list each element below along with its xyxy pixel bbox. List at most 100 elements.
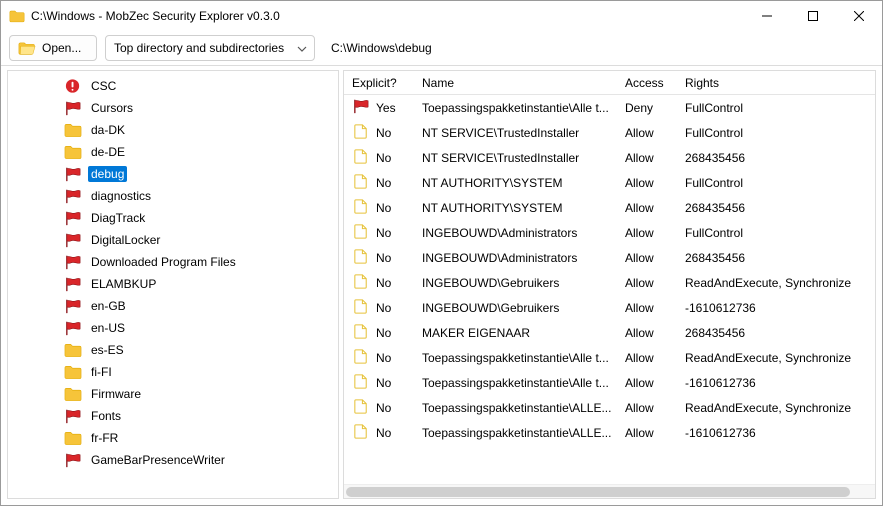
cell-name: NT AUTHORITY\SYSTEM	[418, 201, 625, 215]
tree-item[interactable]: de-DE	[8, 141, 338, 163]
cell-explicit: No	[376, 126, 391, 140]
acl-row[interactable]: YesToepassingspakketinstantie\Alle t...D…	[344, 95, 875, 120]
cell-rights: 268435456	[685, 151, 875, 165]
cell-name: MAKER EIGENAAR	[418, 326, 625, 340]
horizontal-scrollbar[interactable]	[344, 484, 875, 498]
cell-rights: ReadAndExecute, Synchronize	[685, 276, 875, 290]
cell-name: INGEBOUWD\Administrators	[418, 251, 625, 265]
flag-icon	[64, 210, 82, 226]
tree-item[interactable]: Firmware	[8, 383, 338, 405]
tree-item[interactable]: en-GB	[8, 295, 338, 317]
flag-icon	[64, 276, 82, 292]
tree-item[interactable]: da-DK	[8, 119, 338, 141]
cell-rights: 268435456	[685, 326, 875, 340]
tree-item[interactable]: Cursors	[8, 97, 338, 119]
flag-icon	[352, 98, 370, 117]
cell-access: Allow	[625, 301, 685, 315]
scope-select[interactable]: Top directory and subdirectories	[105, 35, 315, 61]
flag-icon	[64, 166, 82, 182]
col-header-explicit[interactable]: Explicit?	[344, 76, 418, 90]
acl-row[interactable]: NoNT SERVICE\TrustedInstallerAllow268435…	[344, 145, 875, 170]
tree-item[interactable]: Fonts	[8, 405, 338, 427]
flag-icon	[64, 452, 82, 468]
cell-access: Deny	[625, 101, 685, 115]
file-icon	[352, 323, 370, 342]
cell-access: Allow	[625, 326, 685, 340]
alert-icon	[64, 78, 82, 94]
acl-row[interactable]: NoINGEBOUWD\AdministratorsAllowFullContr…	[344, 220, 875, 245]
tree-item[interactable]: es-ES	[8, 339, 338, 361]
acl-row[interactable]: NoNT AUTHORITY\SYSTEMAllowFullControl	[344, 170, 875, 195]
flag-icon	[64, 232, 82, 248]
acl-row[interactable]: NoNT AUTHORITY\SYSTEMAllow268435456	[344, 195, 875, 220]
acl-row[interactable]: No Toepassingspakketinstantie\Alle t...Al…	[344, 370, 875, 395]
scrollbar-thumb[interactable]	[346, 487, 850, 497]
cell-access: Allow	[625, 426, 685, 440]
cell-name: Toepassingspakketinstantie\Alle t...	[418, 376, 625, 390]
folder-tree[interactable]: CSC Cursors da-DKde-DE debug diagnosticsDiag…	[7, 70, 339, 499]
folder-icon	[64, 342, 82, 358]
cell-name: INGEBOUWD\Administrators	[418, 226, 625, 240]
tree-item[interactable]: CSC	[8, 75, 338, 97]
file-icon	[352, 173, 370, 192]
col-header-rights[interactable]: Rights	[685, 76, 875, 90]
content-area: CSC Cursors da-DKde-DE debug diagnosticsDiag…	[1, 65, 882, 505]
tree-item-label: en-GB	[88, 298, 129, 314]
tree-item[interactable]: debug	[8, 163, 338, 185]
folder-icon	[64, 430, 82, 446]
cell-name: Toepassingspakketinstantie\Alle t...	[418, 101, 625, 115]
acl-row[interactable]: NoINGEBOUWD\GebruikersAllow-1610612736	[344, 295, 875, 320]
folder-icon	[64, 122, 82, 138]
tree-item[interactable]: en-US	[8, 317, 338, 339]
tree-item-label: GameBarPresenceWriter	[88, 452, 228, 468]
cell-name: Toepassingspakketinstantie\Alle t...	[418, 351, 625, 365]
acl-row[interactable]: NoNT SERVICE\TrustedInstallerAllowFullCo…	[344, 120, 875, 145]
cell-access: Allow	[625, 251, 685, 265]
col-header-access[interactable]: Access	[625, 76, 685, 90]
cell-rights: ReadAndExecute, Synchronize	[685, 351, 875, 365]
file-icon	[352, 373, 370, 392]
tree-item[interactable]: Downloaded Program Files	[8, 251, 338, 273]
acl-row[interactable]: NoToepassingspakketinstantie\ALLE...Allo…	[344, 420, 875, 445]
cell-rights: -1610612736	[685, 376, 875, 390]
acl-row[interactable]: NoToepassingspakketinstantie\ALLE...Allo…	[344, 395, 875, 420]
titlebar: C:\Windows - MobZec Security Explorer v0…	[1, 1, 882, 31]
tree-item-label: DigitalLocker	[88, 232, 163, 248]
tree-item[interactable]: DigitalLocker	[8, 229, 338, 251]
acl-row[interactable]: NoINGEBOUWD\GebruikersAllowReadAndExecut…	[344, 270, 875, 295]
cell-explicit: No	[376, 376, 391, 390]
tree-item[interactable]: GameBarPresenceWriter	[8, 449, 338, 471]
toolbar: Open... Top directory and subdirectories…	[1, 31, 882, 65]
file-icon	[352, 223, 370, 242]
file-icon	[352, 398, 370, 417]
acl-row[interactable]: NoToepassingspakketinstantie\Alle t...Al…	[344, 345, 875, 370]
cell-access: Allow	[625, 176, 685, 190]
tree-item-label: es-ES	[88, 342, 127, 358]
acl-row[interactable]: NoINGEBOUWD\AdministratorsAllow268435456	[344, 245, 875, 270]
maximize-button[interactable]	[790, 1, 836, 31]
cell-explicit: No	[376, 176, 391, 190]
acl-list: Explicit? Name Access Rights YesToepassi…	[343, 70, 876, 499]
cell-name: NT AUTHORITY\SYSTEM	[418, 176, 625, 190]
cell-access: Allow	[625, 376, 685, 390]
acl-row[interactable]: NoMAKER EIGENAARAllow268435456	[344, 320, 875, 345]
cell-name: Toepassingspakketinstantie\ALLE...	[418, 426, 625, 440]
open-button[interactable]: Open...	[9, 35, 97, 61]
tree-item[interactable]: diagnostics	[8, 185, 338, 207]
cell-name: NT SERVICE\TrustedInstaller	[418, 126, 625, 140]
tree-item[interactable]: fi-FI	[8, 361, 338, 383]
file-icon	[352, 198, 370, 217]
open-button-label: Open...	[42, 41, 81, 55]
cell-access: Allow	[625, 126, 685, 140]
file-icon	[352, 298, 370, 317]
tree-item-label: debug	[88, 166, 127, 182]
tree-item[interactable]: DiagTrack	[8, 207, 338, 229]
cell-rights: -1610612736	[685, 426, 875, 440]
folder-icon	[64, 144, 82, 160]
tree-item-label: Cursors	[88, 100, 136, 116]
col-header-name[interactable]: Name	[418, 76, 625, 90]
minimize-button[interactable]	[744, 1, 790, 31]
tree-item[interactable]: ELAMBKUP	[8, 273, 338, 295]
tree-item[interactable]: fr-FR	[8, 427, 338, 449]
close-button[interactable]	[836, 1, 882, 31]
